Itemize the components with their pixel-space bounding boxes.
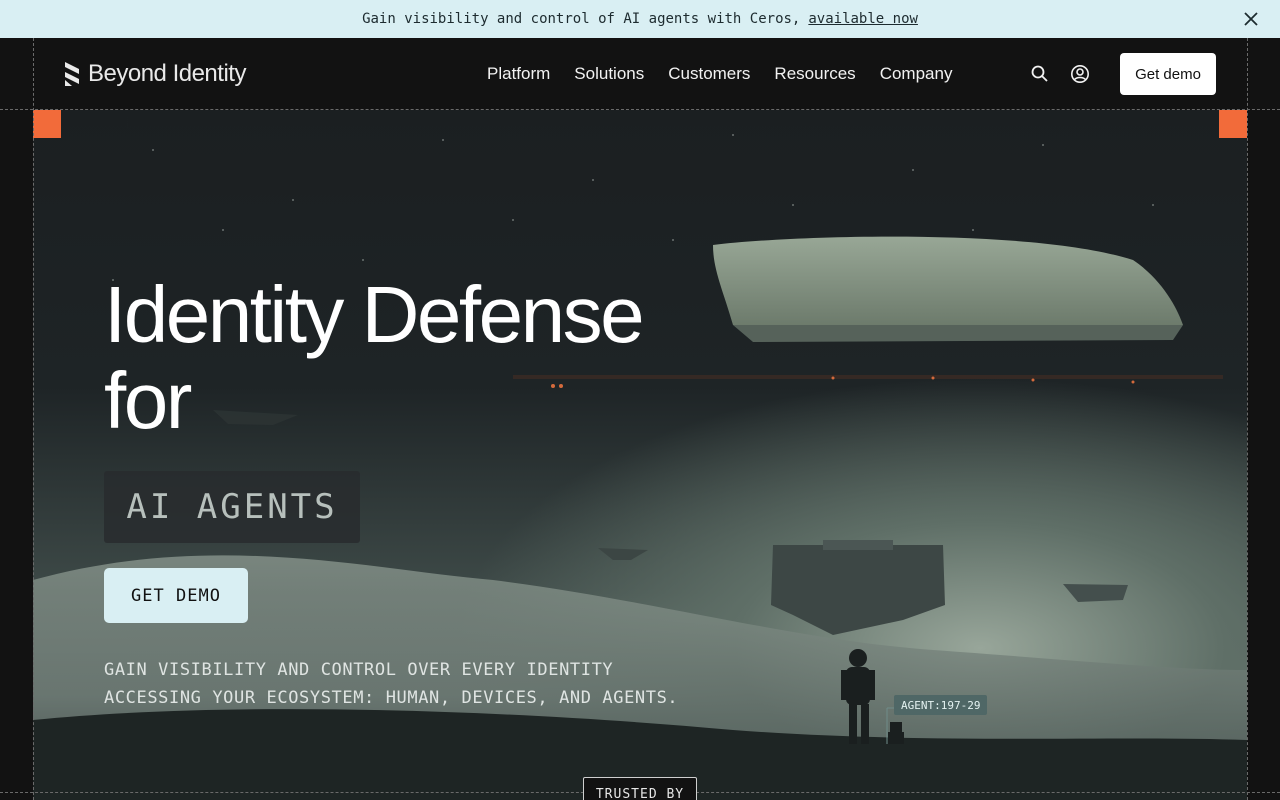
hero-subtitle: GAIN VISIBILITY AND CONTROL OVER EVERY I… [104,656,744,712]
guide-line-left [33,38,34,800]
logo[interactable]: Beyond Identity [64,60,246,88]
announcement-text: Gain visibility and control of AI agents… [362,11,801,27]
nav-item-company[interactable]: Company [880,64,953,84]
trusted-by-label: TRUSTED BY [583,777,697,800]
nav-item-customers[interactable]: Customers [668,64,750,84]
agent-label: AGENT:197-29 [894,695,988,715]
nav-item-resources[interactable]: Resources [774,64,855,84]
hero-title-line2: for [104,356,192,445]
close-icon[interactable] [1242,10,1260,28]
hero-title: Identity Defense for [104,272,744,444]
announcement-bar: Gain visibility and control of AI agents… [0,0,1280,38]
search-icon[interactable] [1030,64,1050,84]
hero-section: Identity Defense for AI AGENTS GET DEMO … [33,110,1247,800]
rotating-tag: AI AGENTS [104,471,360,543]
guide-line-right [1247,38,1248,800]
hero-subtitle-line1: GAIN VISIBILITY AND CONTROL OVER EVERY I… [104,660,614,680]
logo-text: Beyond Identity [88,60,246,87]
user-circle-icon[interactable] [1070,64,1090,84]
hero-get-demo-button[interactable]: GET DEMO [104,568,248,623]
announcement-link[interactable]: available now [808,11,918,27]
beyond-identity-logo-icon [65,62,79,86]
hero-subtitle-line2: ACCESSING YOUR ECOSYSTEM: HUMAN, DEVICES… [104,688,679,708]
nav-item-platform[interactable]: Platform [487,64,550,84]
top-navigation: Beyond Identity Platform Solutions Custo… [0,38,1280,110]
main-menu: Platform Solutions Customers Resources C… [487,64,952,84]
nav-item-solutions[interactable]: Solutions [574,64,644,84]
hero-corner-accent-left [33,110,61,138]
get-demo-button[interactable]: Get demo [1120,53,1216,95]
hero-corner-accent-right [1219,110,1247,138]
hero-title-line1: Identity Defense [104,270,645,359]
